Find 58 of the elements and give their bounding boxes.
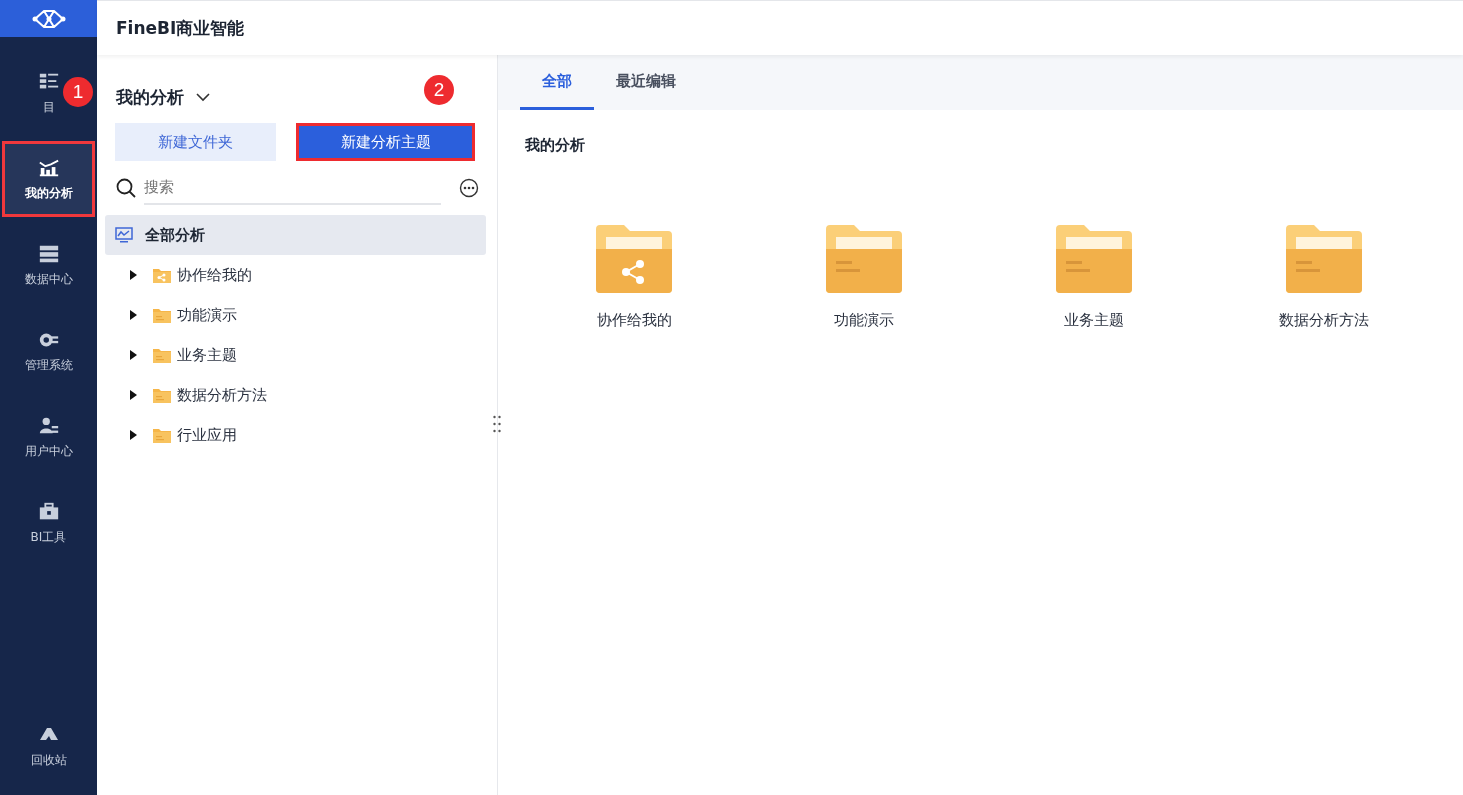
step-badge: 2 — [424, 75, 454, 105]
nav-item[interactable]: 回收站 — [0, 705, 97, 785]
folder-icon[interactable] — [1286, 225, 1362, 293]
tree-label: 数据分析方法 — [177, 385, 267, 405]
drag-handle-icon[interactable] — [493, 415, 501, 433]
search-icon — [116, 178, 136, 198]
folder-label[interactable]: 数据分析方法 — [1279, 311, 1369, 330]
tree-label: 协作给我的 — [177, 265, 252, 285]
folder-icon — [153, 347, 171, 363]
tree-item[interactable]: 行业应用 — [105, 415, 486, 455]
new-subject-button[interactable]: 新建分析主题 — [296, 123, 475, 161]
nav-item[interactable]: BI工具 — [25, 485, 72, 561]
nav-label: 回收站 — [30, 751, 67, 769]
expand-arrow-icon[interactable] — [129, 310, 137, 320]
folder-icon — [153, 307, 171, 323]
new-folder-button[interactable]: 新建文件夹 — [115, 123, 277, 161]
folder-label[interactable]: 业务主题 — [1064, 311, 1124, 330]
tree-item[interactable]: 业务主题 — [105, 335, 486, 375]
nav-label: BI工具 — [30, 528, 67, 546]
tree-item[interactable]: 协作给我的 — [105, 255, 486, 295]
tree-item[interactable]: 数据分析方法 — [105, 375, 486, 415]
tree-item[interactable]: 功能演示 — [105, 295, 486, 335]
expand-arrow-icon[interactable] — [129, 270, 137, 280]
nav-item[interactable]: 数据中心 — [19, 227, 78, 303]
folder-icon[interactable] — [826, 225, 902, 293]
nav-item[interactable]: 管理系统 — [19, 313, 78, 389]
logo-icon[interactable] — [31, 7, 66, 30]
step-badge: 1 — [63, 77, 93, 107]
nav-item[interactable]: 目 — [32, 55, 65, 131]
section-title: 我的分析 — [524, 135, 586, 155]
nav-item[interactable]: 我的分析 — [2, 141, 95, 217]
folder-icon — [153, 387, 171, 403]
tree-item[interactable]: 全部分析 — [105, 215, 486, 255]
app-title: FineBI商业智能 — [116, 16, 245, 40]
panel-title[interactable]: 我的分析 — [116, 85, 184, 109]
tab[interactable]: 最近编辑 — [594, 55, 698, 110]
tab[interactable]: 全部 — [520, 55, 594, 110]
search-field[interactable]: 搜索 — [144, 171, 441, 205]
expand-arrow-icon[interactable] — [129, 350, 137, 360]
expand-arrow-icon[interactable] — [129, 390, 137, 400]
expand-arrow-icon[interactable] — [129, 430, 137, 440]
nav-label: 目 — [42, 98, 55, 116]
folder-icon — [153, 427, 171, 443]
nav-label: 数据中心 — [24, 270, 73, 288]
chevron-down-icon[interactable] — [196, 92, 210, 102]
nav-label: 我的分析 — [24, 184, 73, 202]
nav-label: 用户中心 — [24, 442, 73, 460]
nav-item[interactable]: 用户中心 — [19, 399, 78, 475]
monitor-chart-icon — [115, 226, 133, 244]
folder-label[interactable]: 功能演示 — [834, 311, 894, 330]
nav-label: 管理系统 — [24, 356, 73, 374]
folder-icon[interactable] — [1056, 225, 1132, 293]
folder-label[interactable]: 协作给我的 — [596, 311, 672, 330]
tree-label: 业务主题 — [177, 345, 237, 365]
shared-folder-icon — [153, 267, 171, 283]
more-icon[interactable] — [459, 178, 479, 198]
tree-label: 行业应用 — [177, 425, 237, 445]
tree-label: 功能演示 — [177, 305, 237, 325]
